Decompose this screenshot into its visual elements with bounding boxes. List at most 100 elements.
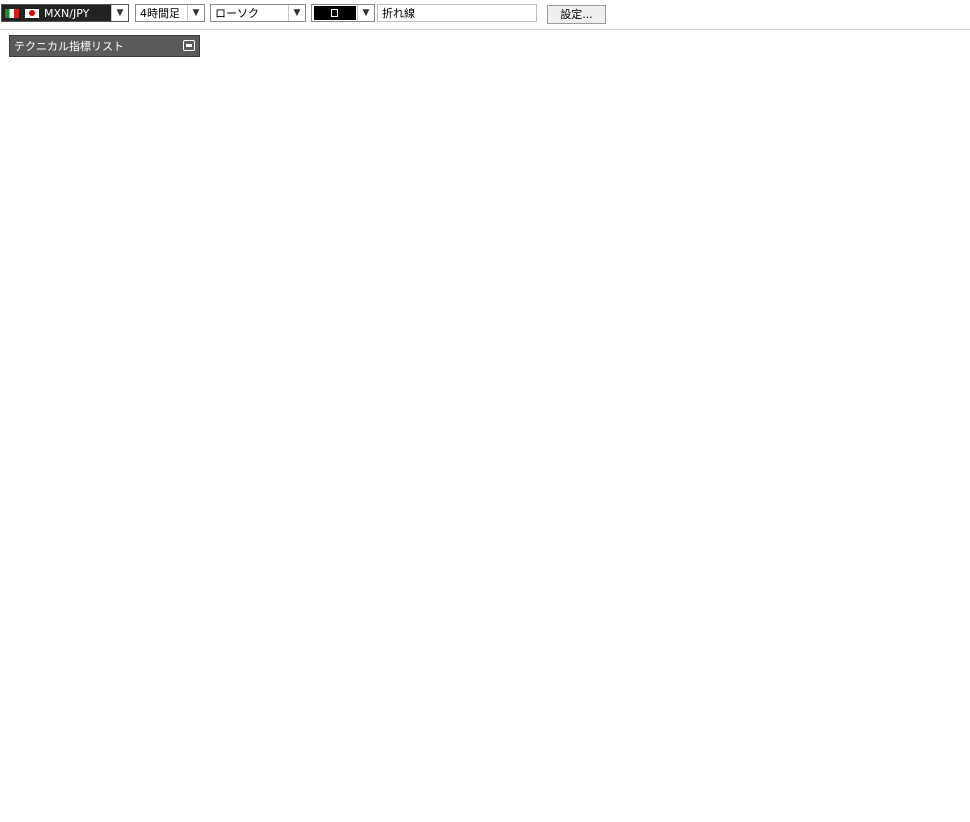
price-label: 9.216 (240, 173, 270, 184)
price-label: 9.117 (790, 264, 820, 275)
candle-up (650, 382, 656, 398)
candle-up (177, 216, 183, 222)
y-tick-label-osc: 0.050 (925, 655, 955, 666)
candle-up (157, 227, 163, 240)
candle-up (596, 405, 602, 420)
candle-down (335, 225, 342, 233)
color-select[interactable]: ▼ (311, 4, 375, 22)
candle-up (57, 160, 64, 166)
minimize-icon[interactable] (183, 40, 195, 51)
histogram-bar (661, 702, 667, 706)
currency-pair-select[interactable]: MXN/JPY ▼ (1, 4, 129, 22)
price-label: 9.225 (0, 164, 30, 175)
candle-down (488, 258, 495, 275)
candle-up (839, 316, 845, 326)
price-label: 9.256 (62, 137, 92, 148)
technical-indicator-list-panel[interactable]: テクニカル指標リスト (9, 35, 200, 57)
histogram-bar (169, 700, 175, 706)
histogram-bar (613, 706, 619, 717)
histogram-bar (565, 706, 571, 709)
candle-down (455, 222, 462, 233)
histogram-bar (637, 706, 643, 727)
line-mode-field[interactable]: 折れ線 (377, 4, 537, 22)
panel-title: テクニカル指標リスト (14, 40, 124, 53)
x-tick-label: 4/22 (219, 808, 241, 819)
candle-up (587, 418, 593, 431)
x-tick-label: 5/7 (830, 808, 846, 819)
candle-down (262, 207, 268, 215)
candle-up (740, 396, 747, 402)
chart-style-label: ローソク (215, 7, 259, 20)
candle-up (668, 375, 674, 389)
histogram-bar (241, 702, 247, 706)
candle-up (762, 322, 768, 366)
price-label: 9.185 (530, 202, 560, 213)
histogram-bar (733, 694, 739, 706)
candle-up (866, 313, 872, 320)
chevron-down-icon[interactable]: ▼ (288, 5, 305, 21)
candle-up (422, 236, 428, 246)
histogram-bar (505, 706, 511, 711)
y-tick-label-osc: -0.050 (919, 749, 955, 760)
candle-up (167, 220, 173, 229)
candle-up (821, 329, 827, 348)
y-tick-label: 8.80 (921, 561, 945, 572)
x-tick-label: 4/20 (119, 808, 141, 819)
y-tick-label: 9.25 (921, 152, 945, 163)
candle-down (65, 160, 72, 166)
candle-color-swatch-icon (314, 6, 356, 20)
candle-up (803, 282, 809, 311)
oscillator-signal-line (0, 688, 896, 759)
candle-down (497, 273, 503, 366)
histogram-bar (37, 703, 43, 706)
candle-up (292, 213, 298, 222)
interval-select[interactable]: 4時間足 ▼ (135, 4, 205, 22)
candle-down (659, 382, 665, 389)
histogram-bar (301, 705, 307, 707)
x-tick-label: 5/8 (885, 808, 901, 819)
chart-style-select[interactable]: ローソク ▼ (210, 4, 306, 22)
y-tick-label: 9.10 (921, 288, 945, 299)
candle-down (277, 207, 283, 217)
price-label: 9.168 (205, 240, 235, 251)
candle-down (340, 231, 347, 238)
trendline-label-1: 1 (642, 484, 648, 495)
settings-button[interactable]: 設定... (547, 5, 606, 24)
chevron-down-icon[interactable]: ▼ (357, 5, 374, 21)
candle-up (632, 418, 638, 439)
histogram-bar (697, 703, 703, 706)
chevron-down-icon[interactable]: ▼ (187, 5, 204, 21)
moving-average-fast (0, 188, 896, 399)
candle-down (385, 220, 392, 226)
candle-down (25, 183, 32, 188)
histogram-bar (49, 703, 55, 706)
oscillator-macd-line (0, 686, 896, 760)
x-tick-label: 4/23 (272, 808, 294, 819)
price-label: 9.151 (106, 256, 136, 267)
candle-up (49, 164, 56, 175)
candle-up (312, 222, 319, 231)
x-tick-label: 4/17 (54, 808, 76, 819)
candle-down (232, 198, 238, 206)
candle-up (224, 198, 231, 211)
bollinger-lower-outer (0, 227, 896, 552)
candle-down (352, 231, 358, 237)
histogram-bar (541, 706, 547, 710)
candle-down (147, 231, 153, 240)
histogram-bar (433, 706, 439, 712)
histogram-bar (337, 706, 343, 708)
histogram-bar (553, 706, 559, 709)
candle-down (81, 171, 88, 202)
candle-up (41, 173, 48, 180)
histogram-bar (469, 706, 475, 712)
histogram-bar (157, 700, 163, 706)
histogram-bar (853, 697, 859, 706)
chevron-down-icon[interactable]: ▼ (111, 5, 128, 21)
histogram-bar (841, 696, 847, 706)
ichimoku-cloud-blue (0, 201, 100, 283)
histogram-bar (745, 694, 751, 706)
y-tick-label: 8.85 (921, 516, 945, 527)
x-tick-label: 5/1 (607, 808, 623, 819)
histogram-bar (373, 706, 379, 710)
x-tick-label: 5/6 (778, 808, 794, 819)
